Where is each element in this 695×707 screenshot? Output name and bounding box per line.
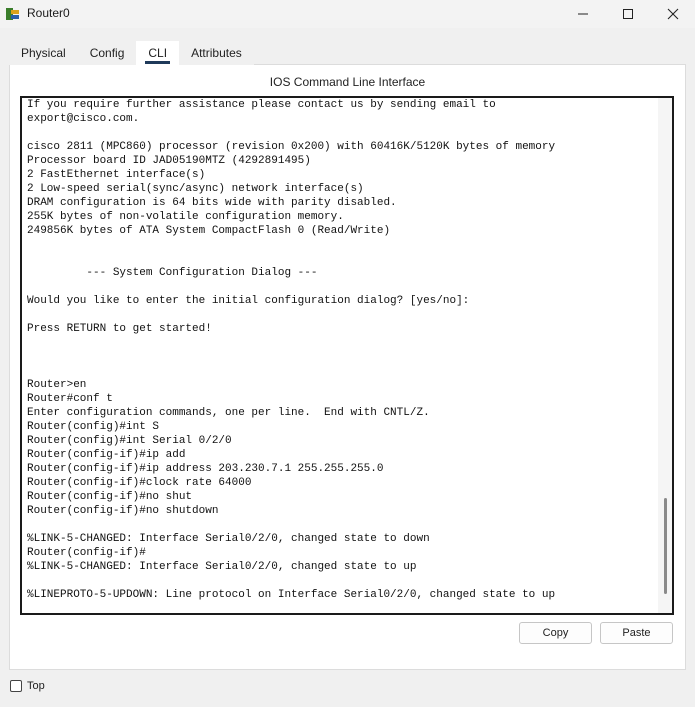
console-line: 2 Low-speed serial(sync/async) network i… bbox=[27, 183, 364, 195]
top-checkbox-label: Top bbox=[27, 680, 45, 692]
console-line: 249856K bytes of ATA System CompactFlash… bbox=[27, 225, 391, 237]
tab-label: Config bbox=[89, 46, 125, 60]
minimize-icon bbox=[578, 13, 588, 15]
console-line: If you require further assistance please… bbox=[27, 99, 496, 111]
tab-label: Physical bbox=[21, 46, 66, 60]
copy-button[interactable]: Copy bbox=[519, 622, 592, 644]
cli-heading: IOS Command Line Interface bbox=[269, 75, 426, 89]
console-line: Router(config-if)#ip address 203.230.7.1… bbox=[27, 463, 384, 475]
console-line: %LINEPROTO-5-UPDOWN: Line protocol on In… bbox=[27, 589, 556, 601]
cli-console[interactable]: If you require further assistance please… bbox=[20, 96, 674, 615]
console-line: Would you like to enter the initial conf… bbox=[27, 295, 470, 307]
console-line: DRAM configuration is 64 bits wide with … bbox=[27, 197, 397, 209]
console-line: Router(config-if)#ip add bbox=[27, 449, 186, 461]
close-button[interactable] bbox=[650, 0, 695, 28]
maximize-icon bbox=[623, 9, 633, 19]
console-line: cisco 2811 (MPC860) processor (revision … bbox=[27, 141, 556, 153]
title-bar: Router0 bbox=[0, 0, 695, 28]
tab-config[interactable]: Config bbox=[77, 41, 137, 65]
console-line: export@cisco.com. bbox=[27, 113, 140, 125]
console-line: 2 FastEthernet interface(s) bbox=[27, 169, 206, 181]
console-line: Router(config)#int S bbox=[27, 421, 160, 433]
console-scrollbar-thumb[interactable] bbox=[664, 498, 667, 594]
minimize-button[interactable] bbox=[560, 0, 606, 28]
tab-attributes[interactable]: Attributes bbox=[179, 41, 254, 65]
console-line: Router(config-if)#clock rate 64000 bbox=[27, 477, 252, 489]
maximize-button[interactable] bbox=[605, 0, 651, 28]
console-line: Router(config)#int Serial 0/2/0 bbox=[27, 435, 232, 447]
console-line: %LINK-5-CHANGED: Interface Serial0/2/0, … bbox=[27, 533, 430, 545]
console-line: Processor board ID JAD05190MTZ (42928914… bbox=[27, 155, 311, 167]
tab-bar: Physical Config CLI Attributes bbox=[9, 41, 254, 65]
console-line: --- System Configuration Dialog --- bbox=[27, 267, 318, 279]
console-line: Enter configuration commands, one per li… bbox=[27, 407, 430, 419]
console-line: %LINK-5-CHANGED: Interface Serial0/2/0, … bbox=[27, 561, 417, 573]
top-checkbox[interactable] bbox=[10, 680, 22, 692]
tab-label: CLI bbox=[148, 46, 168, 60]
console-line: Router(config-if)#no shut bbox=[27, 491, 193, 503]
console-line: Router>en bbox=[27, 379, 87, 391]
console-line: Router(config-if)# bbox=[27, 547, 146, 559]
tab-cli[interactable]: CLI bbox=[136, 41, 180, 65]
console-scrollbar[interactable] bbox=[658, 98, 672, 613]
close-icon bbox=[667, 8, 679, 20]
console-line: Router(config-if)#no shutdown bbox=[27, 505, 219, 517]
console-output: If you require further assistance please… bbox=[27, 98, 555, 602]
window-title: Router0 bbox=[27, 6, 70, 20]
console-line: Press RETURN to get started! bbox=[27, 323, 212, 335]
tab-physical[interactable]: Physical bbox=[9, 41, 78, 65]
tab-label: Attributes bbox=[191, 46, 242, 60]
router-app-icon bbox=[5, 6, 21, 22]
paste-button[interactable]: Paste bbox=[600, 622, 673, 644]
console-line: 255K bytes of non-volatile configuration… bbox=[27, 211, 344, 223]
console-line: Router#conf t bbox=[27, 393, 113, 405]
